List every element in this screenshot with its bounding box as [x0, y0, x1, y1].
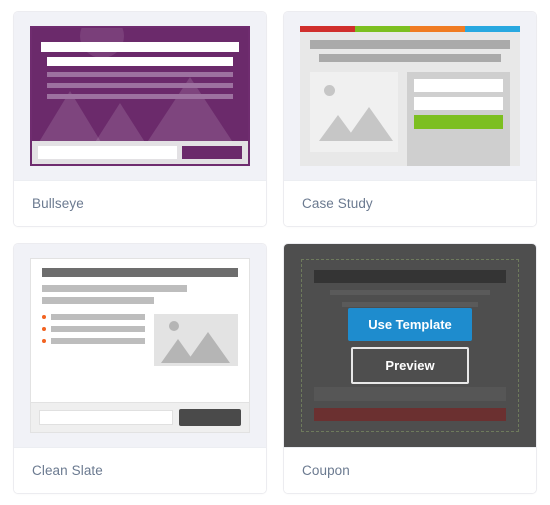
- mock-email-input: [39, 410, 173, 425]
- template-thumbnail-case-study[interactable]: [284, 12, 536, 180]
- template-thumbnail-clean-slate[interactable]: [14, 244, 266, 447]
- bullet-dot-icon: [42, 327, 46, 331]
- clean-slate-form-footer: [31, 402, 249, 432]
- case-study-columns: [310, 72, 510, 166]
- bullet-dot-icon: [42, 315, 46, 319]
- bullseye-hero-section: [32, 28, 248, 141]
- mock-subheading-bar: [319, 54, 501, 62]
- template-label-clean-slate: Clean Slate: [14, 447, 266, 493]
- template-card-bullseye[interactable]: Bullseye: [14, 12, 266, 226]
- clean-slate-mockup: [30, 258, 250, 433]
- image-placeholder-icon: [310, 72, 398, 152]
- mock-heading-bar: [41, 42, 239, 52]
- template-card-clean-slate[interactable]: Clean Slate: [14, 244, 266, 493]
- mock-text-line: [47, 83, 233, 88]
- mock-text-line: [47, 72, 233, 77]
- clean-slate-body: [31, 259, 249, 402]
- bullseye-content-rows: [41, 42, 239, 99]
- image-placeholder-icon: [153, 314, 238, 366]
- case-study-frame: [300, 26, 520, 166]
- case-study-mockup: [300, 26, 520, 166]
- template-label-coupon: Coupon: [284, 447, 536, 493]
- template-label-bullseye: Bullseye: [14, 180, 266, 226]
- case-study-body: [300, 32, 520, 166]
- template-label-case-study: Case Study: [284, 180, 536, 226]
- bullseye-form-footer: [32, 141, 248, 164]
- mock-text-line: [51, 338, 145, 344]
- template-thumbnail-bullseye[interactable]: [14, 12, 266, 180]
- bullseye-frame: [30, 26, 250, 166]
- template-thumbnail-coupon[interactable]: Use Template Preview: [284, 244, 536, 447]
- bullseye-mockup: [30, 26, 250, 166]
- mock-text-line: [42, 285, 188, 292]
- placeholder-glyph: [310, 72, 398, 152]
- mock-form-submit-button: [413, 115, 503, 129]
- mock-text-line: [51, 314, 145, 320]
- mock-text-line: [47, 94, 233, 99]
- placeholder-glyph: [154, 314, 238, 366]
- decorative-triangle: [92, 103, 149, 141]
- mock-heading-bar: [42, 268, 238, 277]
- mock-bullet-list: [42, 314, 145, 366]
- preview-button[interactable]: Preview: [351, 346, 469, 384]
- mock-form-input: [413, 97, 503, 110]
- mock-heading-bar: [310, 40, 510, 49]
- placeholder-sun: [169, 321, 179, 332]
- template-hover-overlay: Use Template Preview: [284, 244, 536, 447]
- placeholder-mountain: [345, 106, 394, 141]
- template-gallery: Bullseye Case Study Clean Slate Use Temp…: [0, 0, 550, 505]
- bullet-dot-icon: [42, 339, 46, 343]
- mock-submit-button: [182, 146, 242, 159]
- list-item: [42, 326, 145, 332]
- template-card-case-study[interactable]: Case Study: [284, 12, 536, 226]
- mock-form-input: [413, 79, 503, 92]
- mock-submit-button: [179, 409, 241, 426]
- mock-text-line: [51, 326, 145, 332]
- list-item: [42, 314, 145, 320]
- clean-slate-frame: [30, 258, 250, 433]
- mock-text-line: [42, 297, 154, 304]
- mock-email-input: [38, 146, 177, 159]
- placeholder-sun: [324, 84, 335, 96]
- placeholder-mountain: [185, 331, 230, 363]
- list-item: [42, 338, 145, 344]
- template-card-coupon[interactable]: Use Template Preview Coupon: [284, 244, 536, 493]
- clean-slate-columns: [42, 314, 238, 366]
- mock-subheading-bar: [47, 57, 233, 66]
- use-template-button[interactable]: Use Template: [348, 307, 472, 341]
- case-study-form-panel: [406, 72, 510, 166]
